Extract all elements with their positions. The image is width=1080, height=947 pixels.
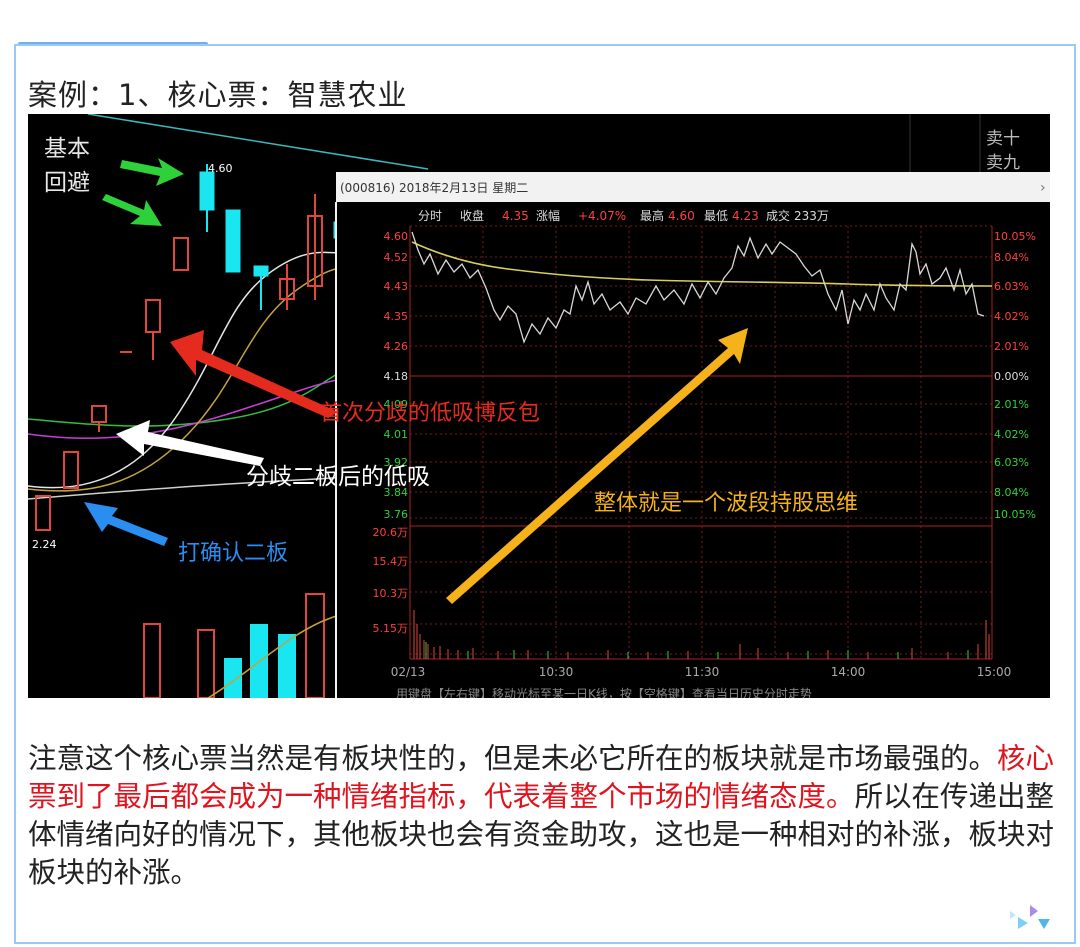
svg-text:0.00%: 0.00%	[994, 370, 1029, 383]
svg-text:4.02%: 4.02%	[994, 428, 1029, 441]
paragraph-part1: 注意这个核心票当然是有板块性的，但是未必它所在的板块就是市场最强的。	[28, 742, 998, 775]
red-arrow-icon	[170, 330, 338, 418]
svg-text:4.35: 4.35	[384, 310, 409, 323]
body-paragraph: 注意这个核心票当然是有板块性的，但是未必它所在的板块就是市场最强的。核心票到了最…	[28, 740, 1058, 892]
popup-header: (000816) 2018年2月13日 星期二	[340, 181, 528, 195]
volume-label: 成交	[766, 208, 790, 223]
popup-footer: 用键盘【左右键】移动光标至某一日K线，按【空格键】查看当日历史分时走势	[396, 686, 812, 698]
svg-text:4.60: 4.60	[384, 230, 409, 243]
high-price-label: 4.60	[208, 162, 233, 175]
svg-text:10.3万: 10.3万	[373, 587, 409, 600]
order-book-fragment: 卖十 卖九	[909, 114, 1020, 174]
svg-text:4.26: 4.26	[384, 340, 409, 353]
close-value: 4.35	[502, 209, 529, 223]
svg-text:10.05%: 10.05%	[994, 508, 1036, 521]
svg-text:15:00: 15:00	[977, 665, 1012, 679]
stock-chart-svg: 4.60 2.24 基本 回避 卖十 卖九 (000816) 2018年2月13…	[28, 114, 1050, 698]
change-value: +4.07%	[578, 209, 626, 223]
svg-text:14:00: 14:00	[831, 665, 866, 679]
popup-close-icon[interactable]: ›	[1040, 180, 1046, 196]
stock-chart-image: 4.60 2.24 基本 回避 卖十 卖九 (000816) 2018年2月13…	[28, 114, 1050, 698]
volume-value: 233万	[794, 209, 829, 223]
svg-text:02/13: 02/13	[391, 665, 426, 679]
svg-text:4.02%: 4.02%	[994, 310, 1029, 323]
svg-text:10.05%: 10.05%	[994, 230, 1036, 243]
corner-decoration-icon	[1008, 901, 1052, 935]
fenshi-label: 分时	[418, 209, 442, 223]
svg-text:2.01%: 2.01%	[994, 398, 1029, 411]
svg-text:8.04%: 8.04%	[994, 486, 1029, 499]
svg-text:4.18: 4.18	[384, 370, 409, 383]
basic-avoid-line1: 基本	[44, 136, 90, 162]
svg-text:4.43: 4.43	[384, 280, 409, 293]
high-value: 4.60	[668, 209, 695, 223]
svg-text:2.01%: 2.01%	[994, 340, 1029, 353]
svg-text:3.76: 3.76	[384, 508, 409, 521]
high-label: 最高	[640, 208, 664, 223]
green-arrow-icon	[102, 194, 162, 226]
svg-text:15.4万: 15.4万	[373, 555, 409, 568]
annotation-yellow: 整体就是一个波段持股思维	[594, 491, 858, 516]
svg-text:8.04%: 8.04%	[994, 251, 1029, 264]
annotation-white: 分歧二板后的低吸	[246, 464, 430, 490]
change-label: 涨幅	[536, 208, 560, 223]
green-arrow-icon	[120, 158, 184, 186]
svg-text:6.03%: 6.03%	[994, 280, 1029, 293]
close-label: 收盘	[460, 208, 484, 223]
intraday-popup: (000816) 2018年2月13日 星期二 › 分时 收盘 4.35 涨幅 …	[335, 172, 1050, 698]
low-price-label: 2.24	[32, 538, 57, 551]
svg-text:10:30: 10:30	[539, 665, 574, 679]
svg-text:4.52: 4.52	[384, 251, 409, 264]
svg-text:11:30: 11:30	[685, 665, 720, 679]
low-value: 4.23	[732, 209, 759, 223]
svg-text:20.6万: 20.6万	[373, 526, 409, 539]
svg-text:5.15万: 5.15万	[373, 622, 409, 635]
basic-avoid-line2: 回避	[44, 170, 90, 196]
low-label: 最低	[704, 209, 728, 223]
annotation-blue: 打确认二板	[178, 541, 288, 566]
sell9-label: 卖九	[986, 153, 1020, 173]
svg-text:6.03%: 6.03%	[994, 456, 1029, 469]
annotation-red: 首次分歧的低吸博反包	[320, 401, 540, 426]
page-title: 案例：1、核心票：智慧农业	[28, 78, 408, 112]
sell10-label: 卖十	[986, 129, 1020, 149]
svg-text:4.01: 4.01	[384, 428, 409, 441]
blue-arrow-icon	[84, 502, 168, 546]
